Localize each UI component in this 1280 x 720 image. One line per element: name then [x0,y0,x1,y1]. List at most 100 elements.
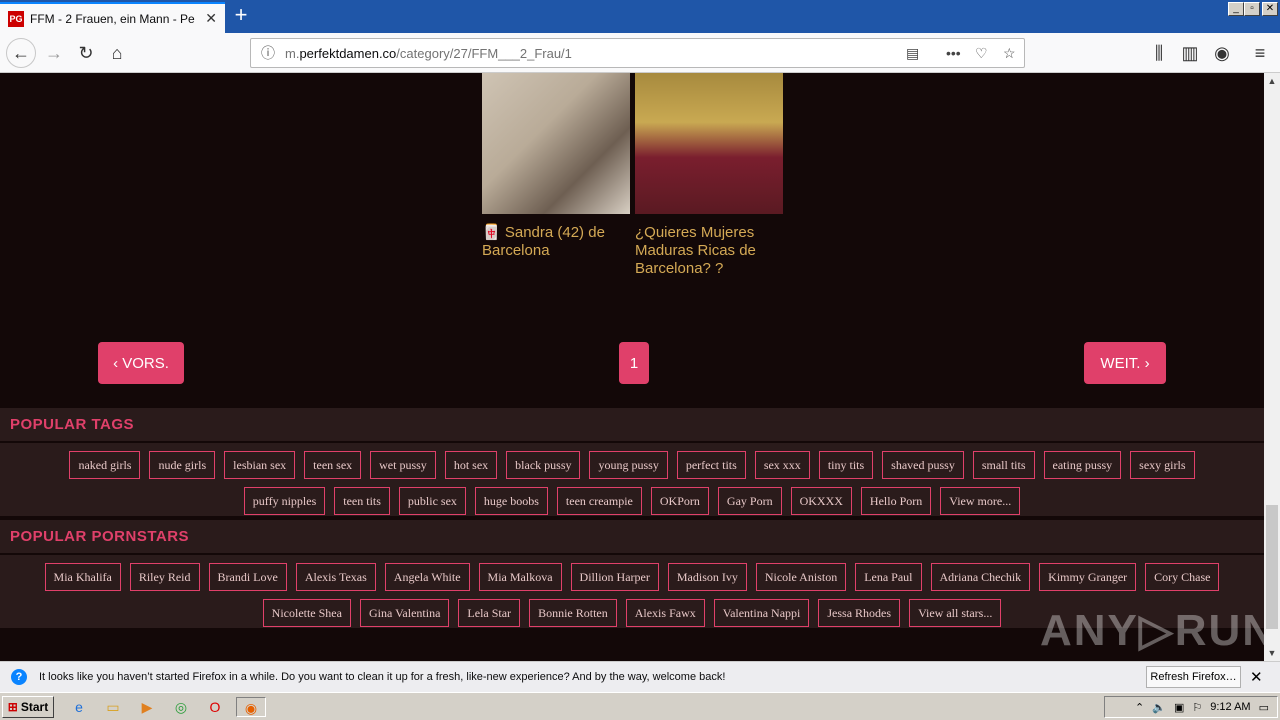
pornstar-link[interactable]: View all stars... [909,599,1002,627]
hamburger-menu-icon: ≡ [1254,42,1266,63]
start-button[interactable]: ⊞ Start [2,696,54,718]
pornstar-link[interactable]: Nicolette Shea [262,599,351,627]
notification-close-icon[interactable]: ✕ [1250,668,1263,686]
browser-window: PG FFM - 2 Frauen, ein Mann - Perfec ✕ +… [0,0,1280,720]
home-button[interactable]: ⌂ [103,39,131,67]
tag-link[interactable]: black pussy [506,451,581,479]
refresh-firefox-button[interactable]: Refresh Firefox… [1146,666,1241,688]
previous-page-button[interactable]: ‹ VORS. [98,342,184,384]
tag-link[interactable]: eating pussy [1043,451,1122,479]
tab-close-icon[interactable]: ✕ [205,10,217,27]
tag-link[interactable]: View more... [940,487,1021,515]
tag-link[interactable]: Gay Porn [717,487,782,515]
tag-link[interactable]: perfect tits [676,451,746,479]
tag-link[interactable]: hot sex [444,451,498,479]
pornstar-link[interactable]: Angela White [384,563,470,591]
action-center-flag-icon[interactable]: ⚐ [1192,701,1202,714]
vertical-scrollbar[interactable]: ▲ ▼ [1264,73,1280,661]
pornstar-link[interactable]: Mia Khalifa [44,563,121,591]
tag-link[interactable]: OKPorn [650,487,709,515]
clock[interactable]: 9:12 AM [1210,701,1250,713]
media-player-icon[interactable]: ▶ [136,697,158,717]
new-tab-button[interactable]: + [230,4,252,28]
tag-link[interactable]: sexy girls [1130,451,1195,479]
back-button[interactable]: ← [6,38,36,68]
pornstar-link[interactable]: Kimmy Granger [1039,563,1137,591]
tag-link[interactable]: Hello Porn [860,487,932,515]
tag-link[interactable]: lesbian sex [224,451,296,479]
video-card[interactable]: ¿Quieres Mujeres Maduras Ricas de Barcel… [635,73,783,278]
forward-button[interactable]: → [40,39,68,67]
chrome-icon[interactable]: ◎ [170,697,192,717]
pornstar-link[interactable]: Lena Paul [855,563,922,591]
next-page-button[interactable]: WEIT. › [1084,342,1166,384]
pornstar-link[interactable]: Brandi Love [208,563,287,591]
pornstar-link[interactable]: Valentina Nappi [713,599,810,627]
video-title-link[interactable]: ¿Quieres Mujeres Maduras Ricas de Barcel… [635,224,783,278]
tag-link[interactable]: young pussy [589,451,668,479]
arrow-right-icon: → [45,42,63,63]
pornstar-link[interactable]: Nicole Aniston [755,563,847,591]
file-explorer-icon[interactable]: ▭ [102,697,124,717]
tag-link[interactable]: naked girls [69,451,141,479]
pocket-icon[interactable]: ♡ [975,45,988,62]
scrollbar-thumb[interactable] [1266,505,1278,629]
reload-button[interactable]: ↻ [72,39,100,67]
tag-link[interactable]: public sex [398,487,466,515]
section-title: POPULAR PORNSTARS [0,520,1264,555]
tag-link[interactable]: teen tits [334,487,390,515]
tray-expand-icon[interactable]: ⌃ [1135,701,1144,714]
tag-link[interactable]: puffy nipples [243,487,326,515]
tag-link[interactable]: tiny tits [818,451,874,479]
pornstar-link[interactable]: Adriana Chechik [930,563,1031,591]
pornstar-link[interactable]: Mia Malkova [478,563,562,591]
pornstar-link[interactable]: Cory Chase [1145,563,1220,591]
pornstar-link[interactable]: Alexis Texas [295,563,376,591]
page-actions-icon[interactable]: ••• [946,45,961,61]
pornstar-link[interactable]: Dillion Harper [570,563,659,591]
tag-link[interactable]: teen sex [304,451,362,479]
tag-link[interactable]: OKXXX [790,487,852,515]
show-desktop-icon[interactable]: ▭ [1259,701,1269,714]
pornstar-link[interactable]: Alexis Fawx [625,599,705,627]
video-thumbnail[interactable] [635,73,783,214]
video-card[interactable]: 🀄 Sandra (42) de Barcelona [482,73,630,260]
scroll-up-icon[interactable]: ▲ [1264,73,1280,89]
page-number-button[interactable]: 1 [619,342,649,384]
pornstar-link[interactable]: Madison Ivy [667,563,747,591]
active-tab[interactable]: PG FFM - 2 Frauen, ein Mann - Perfec ✕ [0,2,225,33]
menu-button[interactable]: ≡ [1246,39,1274,67]
pornstar-link[interactable]: Lela Star [458,599,521,627]
tag-link[interactable]: shaved pussy [882,451,964,479]
network-icon[interactable]: ▣ [1174,701,1184,714]
video-title-link[interactable]: 🀄 Sandra (42) de Barcelona [482,224,630,260]
account-button[interactable]: ◉ [1208,39,1236,67]
pornstar-link[interactable]: Riley Reid [129,563,200,591]
tag-link[interactable]: nude girls [149,451,216,479]
tag-link[interactable]: wet pussy [370,451,436,479]
video-thumbnail[interactable] [482,73,630,214]
library-icon: ⫼ [1154,42,1164,63]
url-text: m.perfektdamen.co/category/27/FFM___2_Fr… [285,45,572,61]
tag-link[interactable]: teen creampie [556,487,642,515]
bookmark-star-icon[interactable]: ☆ [1003,45,1016,62]
pornstar-link[interactable]: Jessa Rhodes [818,599,901,627]
pornstar-link[interactable]: Gina Valentina [359,599,450,627]
library-button[interactable]: ⫼ [1145,39,1173,67]
volume-icon[interactable]: 🔈 [1152,701,1166,714]
tag-link[interactable]: sex xxx [754,451,810,479]
firefox-taskbar-icon[interactable]: ◉ [236,697,266,717]
pornstar-link[interactable]: Bonnie Rotten [529,599,617,627]
maximize-button[interactable]: ▫ [1244,2,1260,16]
window-close-button[interactable]: ✕ [1262,2,1278,16]
scroll-down-icon[interactable]: ▼ [1264,645,1280,661]
site-info-icon[interactable]: ⓘ [261,43,275,63]
address-bar[interactable]: ⓘ m.perfektdamen.co/category/27/FFM___2_… [250,38,1025,68]
opera-icon[interactable]: O [204,697,226,717]
reader-view-icon[interactable]: ▤ [906,45,919,62]
tag-link[interactable]: huge boobs [474,487,548,515]
internet-explorer-icon[interactable]: e [68,697,90,717]
minimize-button[interactable]: _ [1228,2,1244,16]
sidebar-button[interactable]: ▥ [1176,39,1204,67]
tag-link[interactable]: small tits [972,451,1035,479]
